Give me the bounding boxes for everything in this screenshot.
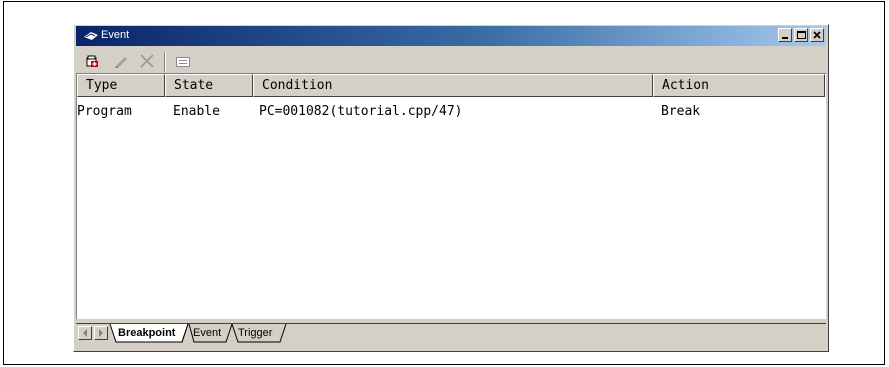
cell-type: Program: [77, 104, 132, 119]
edit-icon[interactable]: [112, 53, 130, 69]
delete-icon[interactable]: [138, 53, 156, 69]
column-header-state[interactable]: State: [165, 74, 253, 97]
close-button[interactable]: [810, 28, 824, 42]
event-window-icon: [84, 32, 98, 40]
cell-condition: PC=001082(tutorial.cpp/47): [259, 104, 463, 119]
title-bar[interactable]: Event: [76, 26, 826, 46]
tab-event[interactable]: Event: [193, 327, 221, 339]
tab-breakpoint[interactable]: Breakpoint: [118, 327, 175, 339]
new-event-icon[interactable]: [84, 53, 102, 69]
minimize-button[interactable]: [778, 28, 792, 42]
properties-icon[interactable]: [174, 53, 192, 69]
column-header-type[interactable]: Type: [77, 74, 165, 97]
toolbar-separator: [164, 52, 166, 72]
cell-state: Enable: [173, 104, 220, 119]
close-icon: [813, 31, 821, 39]
event-list[interactable]: Type State Condition Action Program Enab…: [76, 73, 826, 319]
toolbar: [76, 49, 826, 73]
tab-trigger[interactable]: Trigger: [238, 327, 272, 339]
tab-strip: Breakpoint Event Trigger: [76, 323, 826, 348]
window-title: Event: [101, 29, 130, 41]
cell-action: Break: [661, 104, 701, 119]
list-header: Type State Condition Action: [77, 74, 826, 97]
event-window: Event Type State Condition Action Progra…: [73, 24, 829, 352]
maximize-button[interactable]: [794, 28, 808, 42]
column-header-condition[interactable]: Condition: [253, 74, 653, 97]
maximize-icon: [797, 31, 806, 39]
minimize-icon: [782, 37, 788, 39]
table-row[interactable]: Program Enable PC=001082(tutorial.cpp/47…: [77, 104, 826, 122]
column-header-action[interactable]: Action: [653, 74, 825, 97]
